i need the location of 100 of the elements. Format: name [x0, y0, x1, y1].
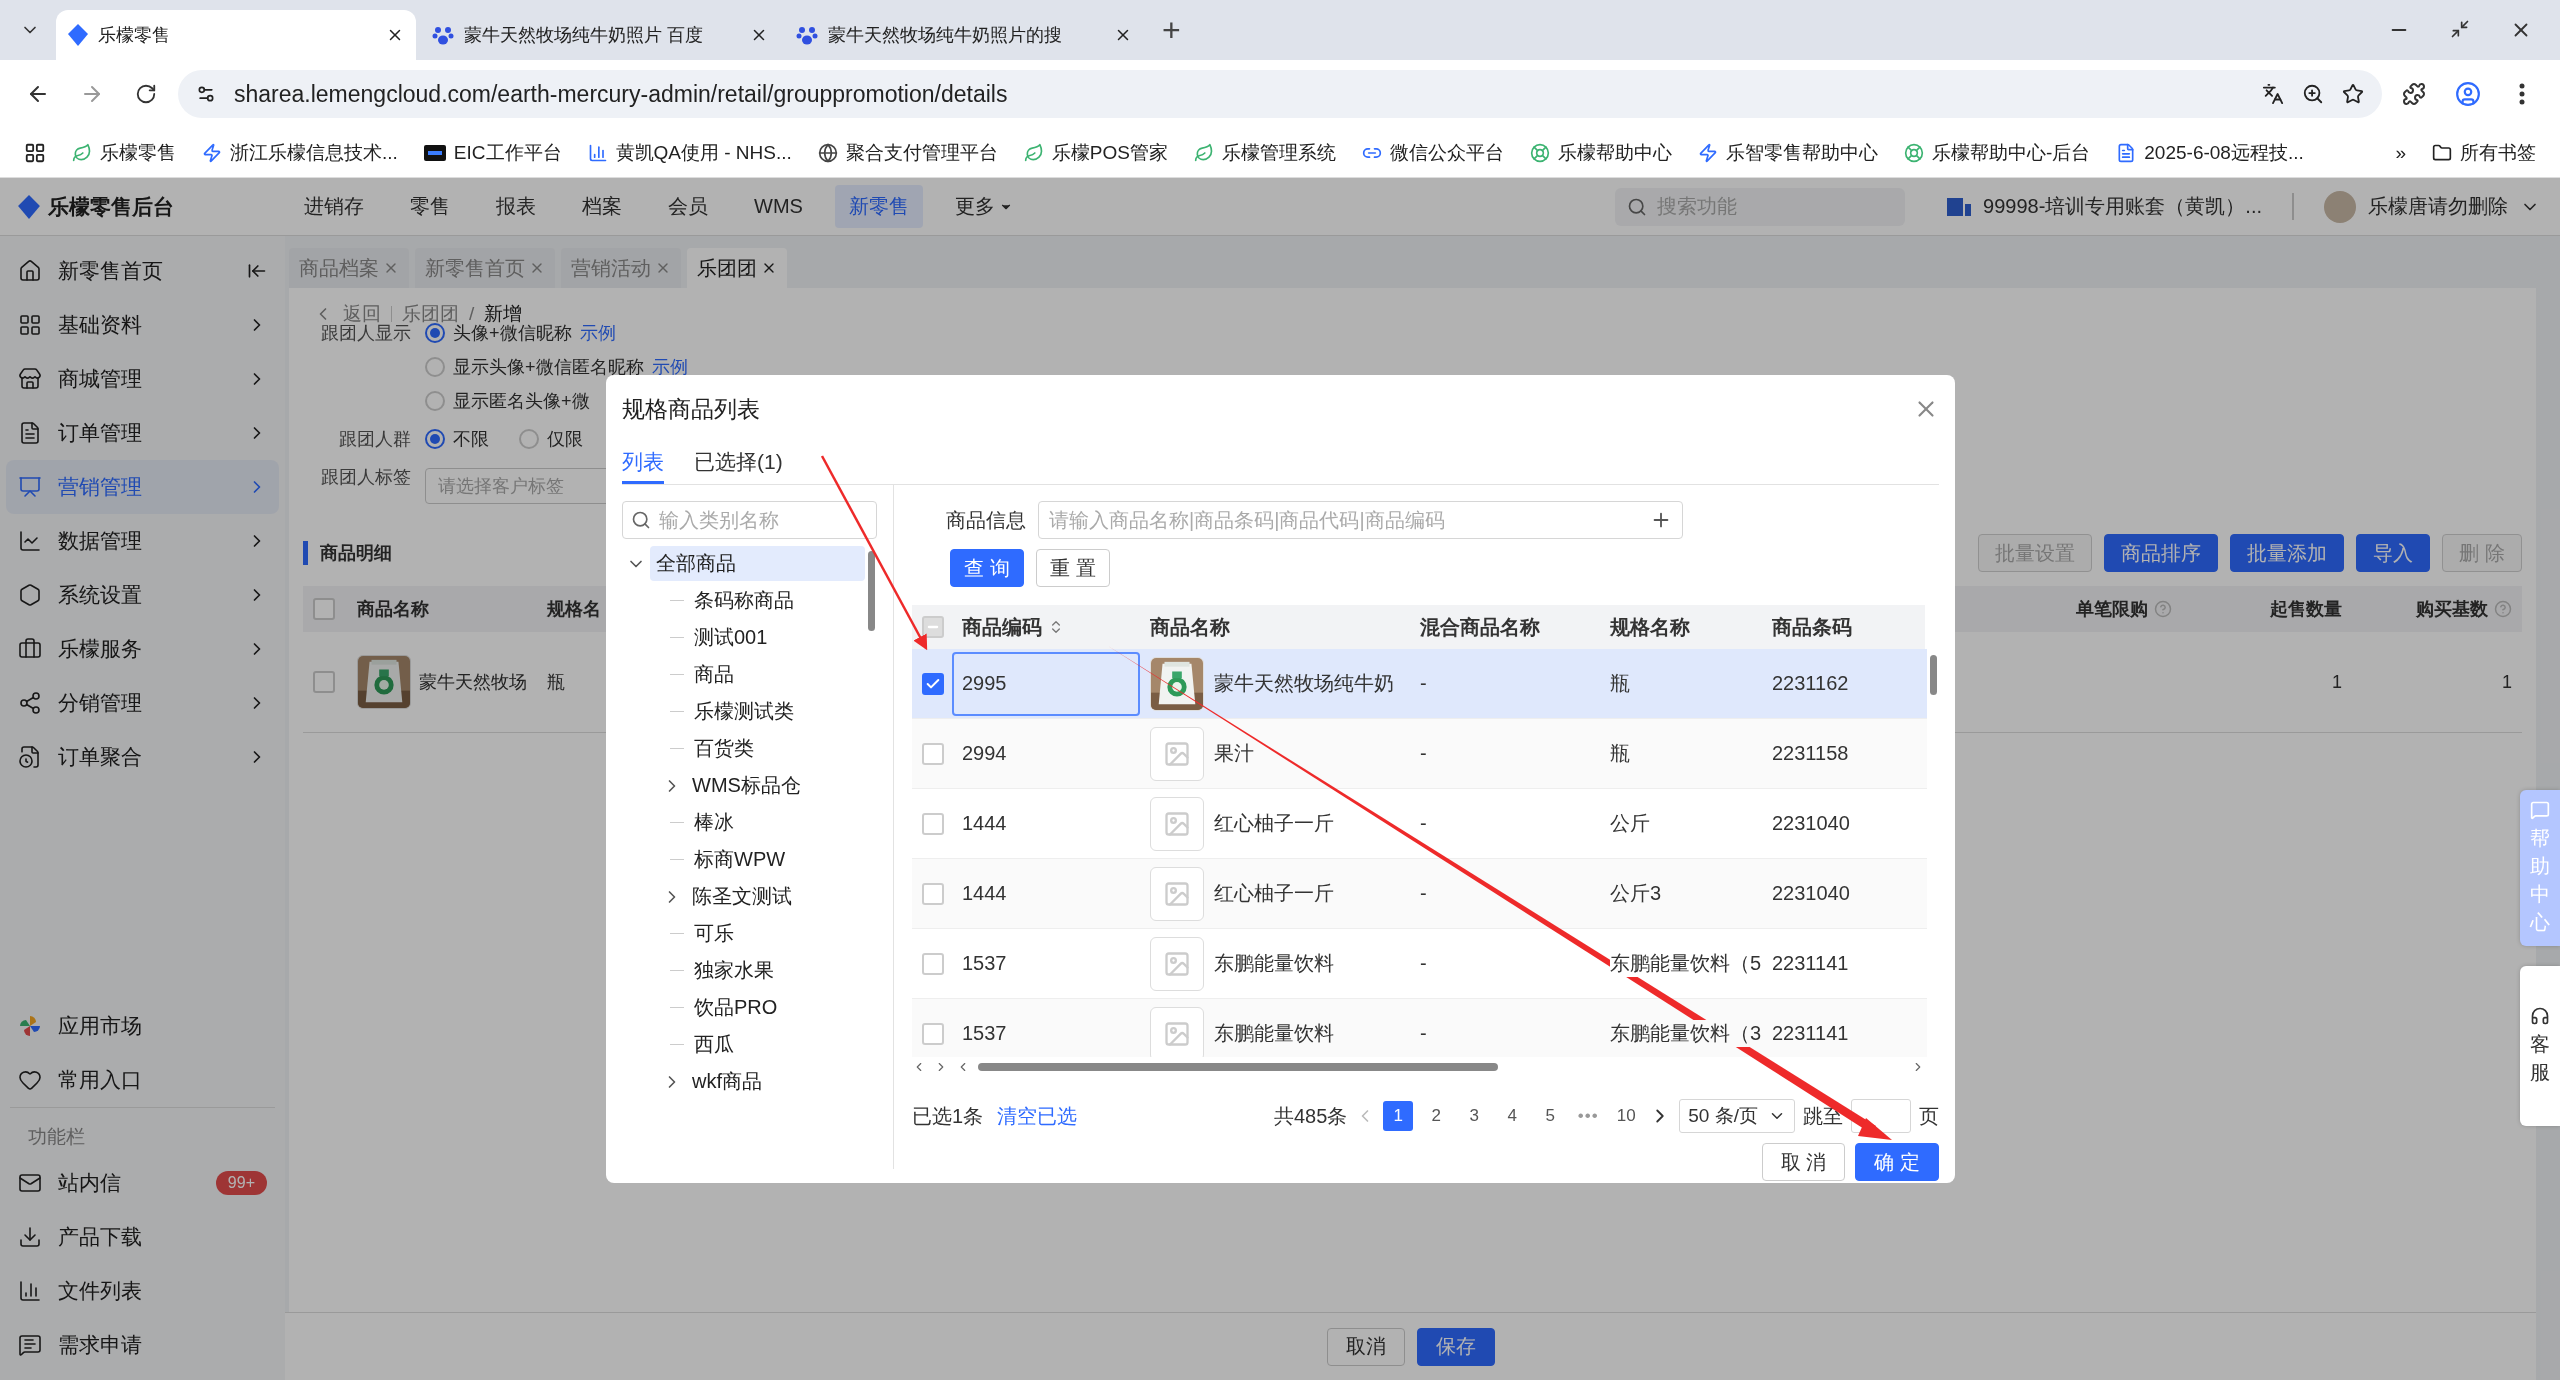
- table-row[interactable]: 2994 果汁 - 瓶 2231158: [912, 719, 1927, 789]
- tree-item[interactable]: 全部商品: [650, 546, 865, 581]
- table-row[interactable]: 1444 红心柚子一斤 - 公斤3 2231040: [912, 859, 1927, 929]
- example-link[interactable]: 示例: [579, 321, 616, 345]
- nav-item[interactable]: 报表: [482, 185, 550, 228]
- address-bar[interactable]: sharea.lemengcloud.com/earth-mercury-admin/retail/grouppromotion/details: [178, 70, 2382, 118]
- radio-label[interactable]: 显示头像+微信匿名昵称: [453, 355, 644, 379]
- nav-item[interactable]: 会员: [654, 185, 722, 228]
- tree-item[interactable]: 条码称商品: [688, 583, 800, 618]
- new-tab-button[interactable]: +: [1148, 11, 1195, 49]
- bookmark[interactable]: 乐檬零售: [72, 139, 176, 166]
- sidebar-item[interactable]: 分销管理: [6, 676, 279, 730]
- bookmark[interactable]: 浙江乐檬信息技术...: [202, 139, 398, 166]
- tree-item[interactable]: WMS标品仓: [686, 768, 807, 803]
- browser-tab[interactable]: 蒙牛天然牧场纯牛奶照片的搜: [784, 10, 1144, 60]
- page-size-select[interactable]: 50 条/页: [1679, 1099, 1795, 1133]
- nav-item[interactable]: 更多: [940, 185, 1027, 228]
- bookmark[interactable]: 黄凯QA使用 - NHS...: [587, 139, 792, 166]
- checkbox[interactable]: [922, 812, 944, 835]
- sidebar-item[interactable]: 订单聚合: [6, 730, 279, 784]
- page-button[interactable]: 10: [1611, 1101, 1642, 1131]
- radio-label[interactable]: 显示匿名头像+微: [453, 389, 590, 413]
- radio-button[interactable]: [519, 429, 539, 449]
- tree-item[interactable]: 百货类: [688, 731, 760, 766]
- nav-item[interactable]: 档案: [568, 185, 636, 228]
- zoom-icon[interactable]: [2302, 83, 2324, 105]
- tree-item[interactable]: 陈圣文测试: [686, 879, 798, 914]
- sidebar-item[interactable]: 产品下载: [6, 1210, 279, 1264]
- sidebar-item[interactable]: 商城管理: [6, 352, 279, 406]
- bookmark[interactable]: 乐檬帮助中心-后台: [1903, 139, 2091, 166]
- nav-item[interactable]: 进销存: [290, 185, 378, 228]
- sidebar-item[interactable]: 基础资料: [6, 298, 279, 352]
- sidebar-item[interactable]: 系统设置: [6, 568, 279, 622]
- site-settings-icon[interactable]: [196, 84, 216, 104]
- checkbox[interactable]: [922, 882, 944, 905]
- radio-label[interactable]: 头像+微信昵称: [453, 321, 572, 345]
- bookmark[interactable]: 乐檬管理系统: [1193, 139, 1336, 166]
- radio-button[interactable]: [425, 429, 445, 449]
- footer-button[interactable]: 保存: [1416, 1327, 1495, 1366]
- radio-label[interactable]: 仅限: [547, 427, 583, 451]
- radio-label[interactable]: 不限: [453, 427, 489, 451]
- bookmarks-folder[interactable]: 所有书签: [2432, 139, 2536, 166]
- page-button[interactable]: 3: [1459, 1101, 1490, 1131]
- tree-item[interactable]: 独家水果: [688, 953, 780, 988]
- sidebar-item[interactable]: 应用市场: [6, 999, 279, 1053]
- checkbox[interactable]: [313, 598, 335, 620]
- tab[interactable]: 列表: [622, 443, 664, 484]
- checkbox[interactable]: [922, 1022, 944, 1045]
- tree-item[interactable]: 商品: [688, 657, 740, 692]
- sidebar-item[interactable]: 数据管理: [6, 514, 279, 568]
- sidebar-item[interactable]: 新零售首页: [6, 244, 279, 298]
- reset-button[interactable]: 重 置: [1036, 549, 1110, 587]
- sidebar-item[interactable]: 常用入口: [6, 1053, 279, 1107]
- column-header[interactable]: 商品编码: [962, 613, 1064, 641]
- nav-item[interactable]: 零售: [396, 185, 464, 228]
- bookmark[interactable]: 乐檬POS管家: [1023, 139, 1168, 166]
- checkbox[interactable]: [922, 616, 944, 638]
- sidebar-item[interactable]: 站内信 99+: [6, 1156, 279, 1210]
- tree-item[interactable]: 测试001: [688, 620, 774, 655]
- table-row[interactable]: 2995 蒙牛天然牧场纯牛奶 - 瓶 2231162: [912, 649, 1927, 719]
- more-bookmarks-button[interactable]: »: [2395, 141, 2406, 164]
- apps-icon[interactable]: [24, 141, 46, 164]
- restore-icon[interactable]: [2450, 19, 2470, 39]
- checkbox[interactable]: [313, 671, 335, 693]
- clear-selection-link[interactable]: 清空已选: [997, 1102, 1078, 1130]
- tree-item[interactable]: 西瓜: [688, 1027, 740, 1062]
- page-button[interactable]: 2: [1421, 1101, 1452, 1131]
- action-button[interactable]: 商品排序: [2104, 534, 2219, 572]
- sidebar-item[interactable]: 文件列表: [6, 1264, 279, 1318]
- checkbox[interactable]: [922, 742, 944, 765]
- sidebar-item[interactable]: 需求申请: [6, 1318, 279, 1372]
- collapse-icon[interactable]: [247, 261, 267, 281]
- tree-item[interactable]: 可乐: [688, 916, 740, 951]
- dialog-button[interactable]: 确 定: [1855, 1143, 1939, 1181]
- checkbox[interactable]: [922, 952, 944, 975]
- dialog-button[interactable]: 取 消: [1761, 1143, 1846, 1181]
- tree-item[interactable]: 棒冰: [688, 805, 740, 840]
- bookmark[interactable]: 乐檬帮助中心: [1529, 139, 1672, 166]
- browser-tab[interactable]: 乐檬零售: [56, 10, 416, 60]
- table-row[interactable]: 1537 东鹏能量饮料 - 东鹏能量饮料（3 2231141: [912, 999, 1927, 1057]
- query-button[interactable]: 查 询: [950, 549, 1024, 587]
- tree-item[interactable]: 饮品PRO: [688, 990, 784, 1025]
- browser-tab[interactable]: 蒙牛天然牧场纯牛奶照片 百度: [420, 10, 780, 60]
- action-button[interactable]: 批量添加: [2230, 534, 2345, 572]
- sidebar-item[interactable]: 订单管理: [6, 406, 279, 460]
- user-menu[interactable]: 乐檬唐请勿删除: [2294, 190, 2560, 223]
- translate-icon[interactable]: [2262, 83, 2284, 105]
- bookmark[interactable]: 乐智零售帮助中心: [1697, 139, 1878, 166]
- tree-item[interactable]: 乐檬测试类: [688, 694, 800, 729]
- radio-button[interactable]: [425, 357, 445, 377]
- page-button[interactable]: 1: [1383, 1101, 1414, 1131]
- nav-item[interactable]: WMS: [740, 187, 817, 226]
- bookmark[interactable]: EIC工作平台: [423, 139, 562, 166]
- star-icon[interactable]: [2342, 83, 2364, 105]
- action-button[interactable]: 导入: [2356, 534, 2431, 572]
- page-button[interactable]: 5: [1535, 1101, 1566, 1131]
- sidebar-item[interactable]: 乐檬服务: [6, 622, 279, 676]
- example-link[interactable]: 示例: [651, 355, 688, 379]
- page-button[interactable]: 4: [1497, 1101, 1528, 1131]
- checkbox[interactable]: [922, 672, 944, 695]
